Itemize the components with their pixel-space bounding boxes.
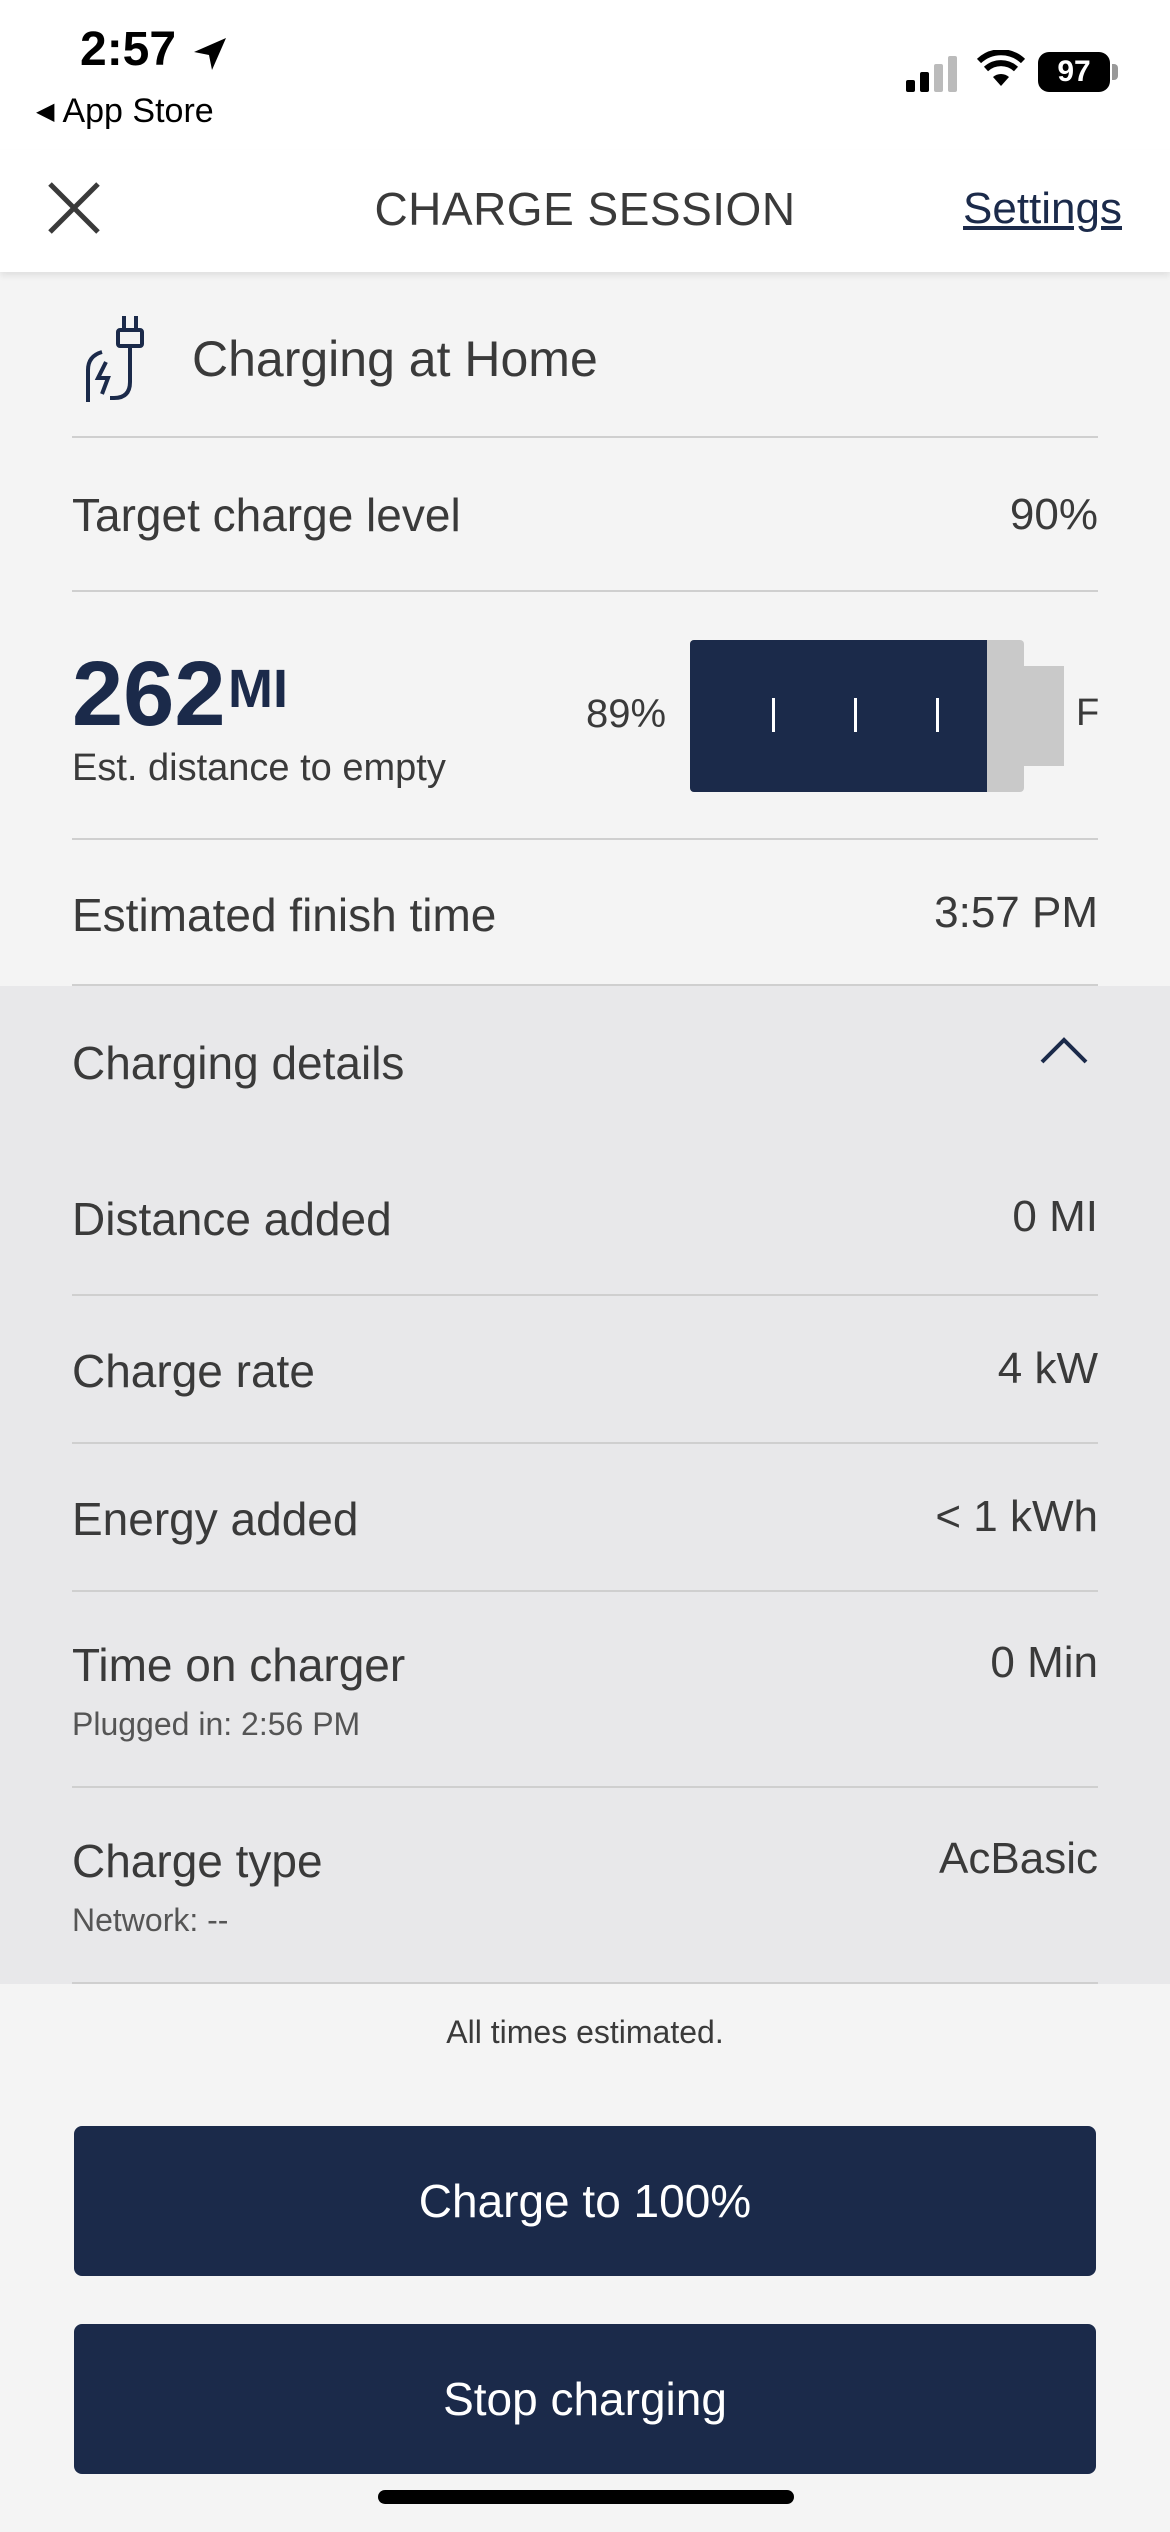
target-charge-value: 90% xyxy=(1009,490,1098,539)
finish-time-value: 3:57 PM xyxy=(934,888,1098,937)
wifi-icon xyxy=(976,50,1026,86)
cellular-signal-icon xyxy=(906,56,957,92)
range-value: 262 xyxy=(72,643,226,745)
range-row: 262 MI Est. distance to empty 89% F xyxy=(72,592,1100,840)
stop-charging-button[interactable]: Stop charging xyxy=(74,2324,1096,2474)
battery-status-icon: 97 xyxy=(1038,52,1118,92)
detail-label: Energy added xyxy=(72,1493,359,1545)
battery-gauge-fill xyxy=(690,640,987,792)
chevron-up-icon[interactable] xyxy=(1038,1036,1090,1066)
finish-time-label: Estimated finish time xyxy=(72,889,497,941)
battery-tick xyxy=(772,698,775,732)
detail-row-distance-added: Distance added 0 MI xyxy=(72,1132,1098,1296)
detail-value: AcBasic xyxy=(939,1834,1098,1883)
detail-value: 4 kW xyxy=(997,1344,1098,1393)
detail-value: 0 Min xyxy=(990,1638,1098,1687)
charging-details-title: Charging details xyxy=(72,1037,405,1089)
detail-label: Distance added xyxy=(72,1193,392,1245)
detail-sub: Plugged in: 2:56 PM xyxy=(72,1706,361,1742)
location-arrow-icon xyxy=(194,38,226,70)
detail-row-charge-type: Charge type AcBasic Network: -- xyxy=(72,1788,1098,1984)
detail-row-energy-added: Energy added < 1 kWh xyxy=(72,1444,1098,1592)
back-to-app-link[interactable]: ◀ App Store xyxy=(36,92,214,131)
battery-status-level: 97 xyxy=(1038,52,1110,92)
detail-value: < 1 kWh xyxy=(935,1492,1098,1541)
detail-label: Charge type xyxy=(72,1835,323,1887)
charge-to-100-button[interactable]: Charge to 100% xyxy=(74,2126,1096,2276)
target-charge-label: Target charge level xyxy=(72,489,461,541)
home-indicator[interactable] xyxy=(378,2490,794,2504)
charging-location-label: Charging at Home xyxy=(192,331,598,387)
status-time: 2:57 xyxy=(80,23,177,76)
app-header: CHARGE SESSION Settings xyxy=(0,150,1170,272)
battery-full-marker: F xyxy=(1076,692,1100,734)
charging-plug-icon xyxy=(86,316,144,402)
detail-value: 0 MI xyxy=(1012,1192,1098,1241)
detail-sub: Network: -- xyxy=(72,1902,229,1938)
battery-percent: 89% xyxy=(586,692,667,736)
detail-label: Charge rate xyxy=(72,1345,315,1397)
battery-gauge-nub xyxy=(1024,666,1064,766)
detail-label: Time on charger xyxy=(72,1639,406,1691)
detail-row-time-on-charger: Time on charger 0 Min Plugged in: 2:56 P… xyxy=(72,1592,1098,1788)
footnote: All times estimated. xyxy=(446,2014,724,2050)
battery-status-tip xyxy=(1112,64,1118,80)
charging-location-row: Charging at Home xyxy=(72,272,1098,438)
range-unit: MI xyxy=(228,659,288,719)
charging-details-toggle[interactable]: Charging details xyxy=(72,986,1098,1132)
settings-link[interactable]: Settings xyxy=(963,184,1122,234)
back-triangle-icon: ◀ xyxy=(36,98,55,125)
battery-gauge xyxy=(690,640,1064,792)
detail-row-charge-rate: Charge rate 4 kW xyxy=(72,1296,1098,1444)
range-label: Est. distance to empty xyxy=(72,747,446,789)
status-bar: 2:57 ◀ App Store 97 xyxy=(0,0,1170,150)
finish-time-row: Estimated finish time 3:57 PM xyxy=(72,840,1098,986)
battery-tick xyxy=(936,698,939,732)
battery-tick xyxy=(854,698,857,732)
back-app-label: App Store xyxy=(62,92,214,130)
target-charge-row[interactable]: Target charge level 90% xyxy=(72,438,1098,592)
